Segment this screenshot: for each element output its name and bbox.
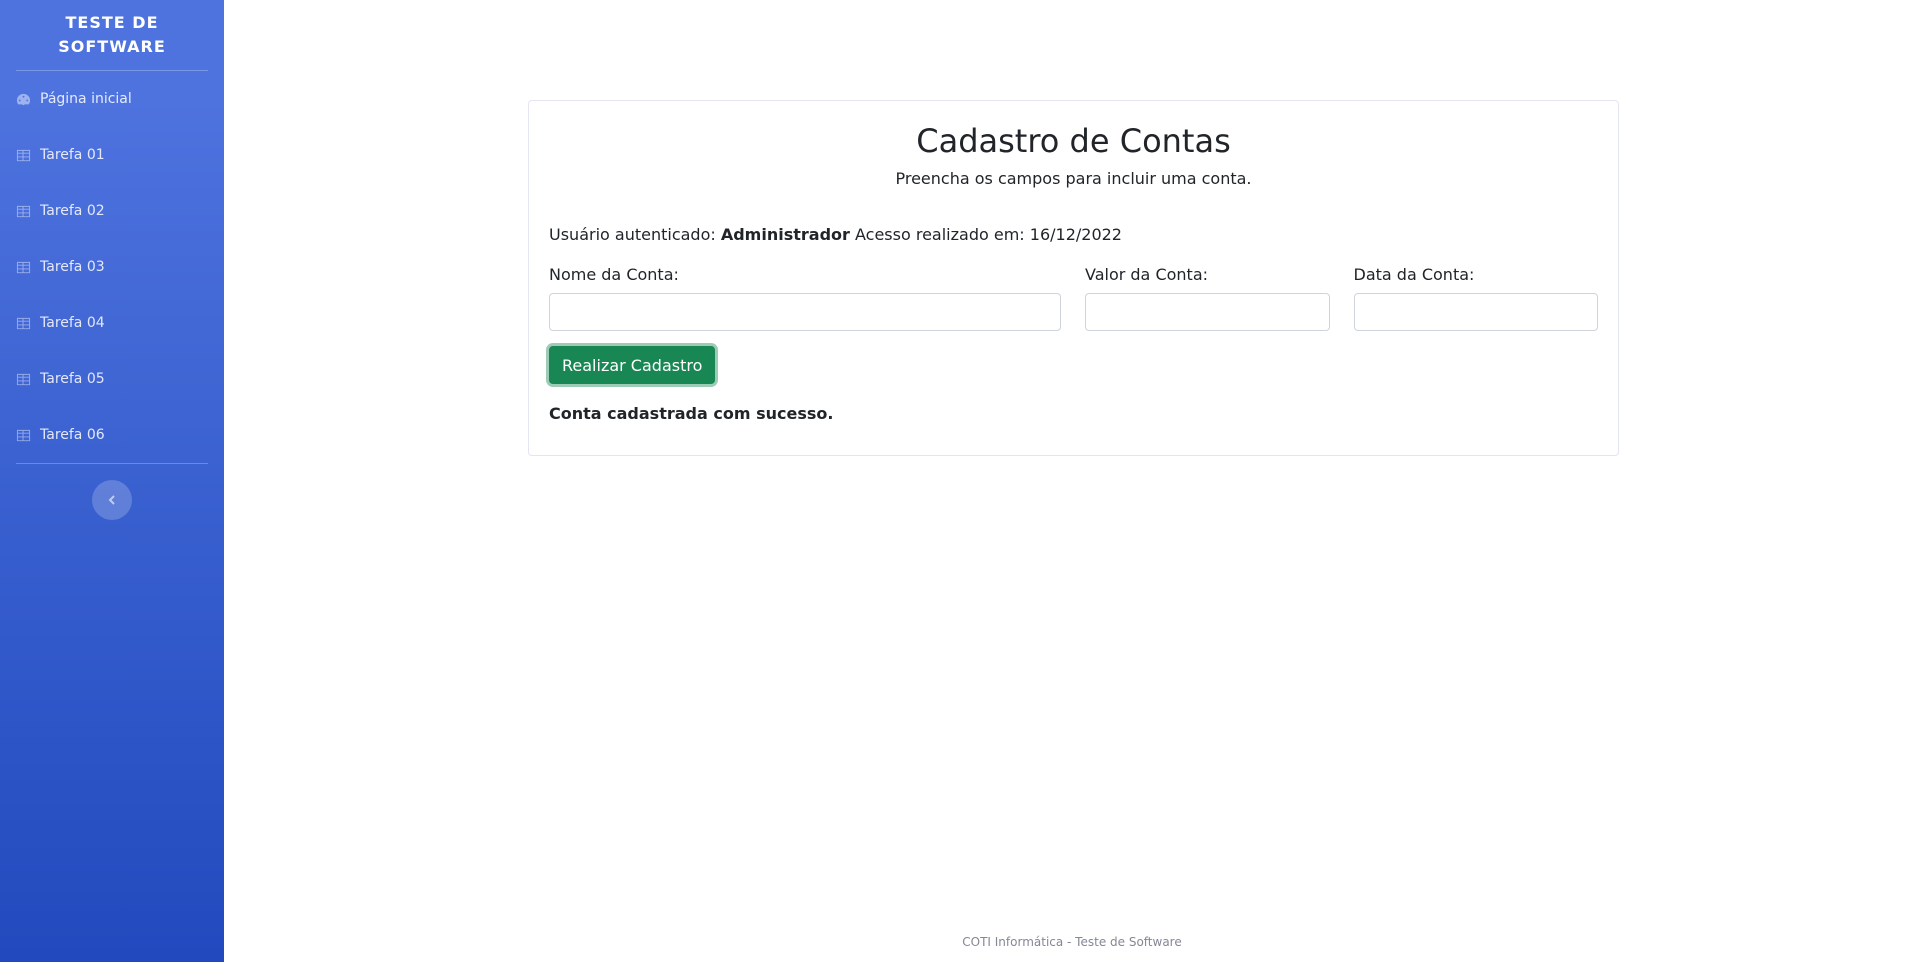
- sidebar-toggle-wrap: [0, 464, 224, 520]
- sidebar-item-pagina-inicial[interactable]: Página inicial: [0, 71, 224, 127]
- chevron-left-icon: [108, 495, 115, 505]
- access-date: 16/12/2022: [1029, 225, 1122, 244]
- sidebar-item-tarefa-03[interactable]: Tarefa 03: [0, 239, 224, 295]
- sidebar-item-label: Tarefa 03: [40, 259, 105, 275]
- data-label: Data da Conta:: [1353, 265, 1475, 284]
- access-prefix: Acesso realizado em:: [855, 225, 1025, 244]
- table-icon: [16, 316, 31, 331]
- footer-text: COTI Informática - Teste de Software: [962, 935, 1182, 949]
- sidebar-item-tarefa-06[interactable]: Tarefa 06: [0, 407, 224, 463]
- valor-label: Valor da Conta:: [1084, 265, 1209, 284]
- valor-group: Valor da Conta:: [1084, 265, 1330, 331]
- table-icon: [16, 428, 31, 443]
- sidebar-item-label: Página inicial: [40, 91, 132, 107]
- sidebar-brand[interactable]: TESTE DE SOFTWARE: [0, 0, 224, 70]
- sidebar-item-label: Tarefa 06: [40, 427, 105, 443]
- account-form-card: Cadastro de Contas Preencha os campos pa…: [528, 100, 1619, 456]
- sidebar-item-label: Tarefa 04: [40, 315, 105, 331]
- sidebar-toggle-button[interactable]: [92, 480, 132, 520]
- realizar-cadastro-button[interactable]: Realizar Cadastro: [549, 346, 716, 384]
- app-layout: TESTE DE SOFTWARE Página inicial Tarefa …: [0, 0, 1920, 962]
- page-title: Cadastro de Contas: [916, 122, 1231, 160]
- sidebar-nav: Página inicial Tarefa 01 Tarefa 02 Taref…: [0, 71, 224, 463]
- sidebar-item-label: Tarefa 01: [40, 147, 105, 163]
- success-message: Conta cadastrada com sucesso.: [549, 404, 834, 423]
- nome-label: Nome da Conta:: [549, 265, 679, 284]
- sidebar-item-tarefa-01[interactable]: Tarefa 01: [0, 127, 224, 183]
- table-icon: [16, 260, 31, 275]
- sidebar-item-tarefa-05[interactable]: Tarefa 05: [0, 351, 224, 407]
- table-icon: [16, 204, 31, 219]
- footer: COTI Informática - Teste de Software: [224, 922, 1920, 962]
- form-row: Nome da Conta: Valor da Conta: Data da C…: [549, 265, 1599, 331]
- nome-conta-input[interactable]: [549, 293, 1061, 331]
- data-group: Data da Conta:: [1353, 265, 1599, 331]
- valor-conta-input[interactable]: [1084, 293, 1330, 331]
- auth-info: Usuário autenticado: Administrador Acess…: [549, 225, 1598, 245]
- sidebar-item-tarefa-04[interactable]: Tarefa 04: [0, 295, 224, 351]
- auth-user: Administrador: [720, 225, 850, 244]
- nome-group: Nome da Conta:: [549, 265, 1061, 331]
- table-icon: [16, 372, 31, 387]
- page-subtitle: Preencha os campos para incluir uma cont…: [895, 169, 1252, 188]
- table-icon: [16, 148, 31, 163]
- sidebar-item-label: Tarefa 05: [40, 371, 105, 387]
- sidebar-item-label: Tarefa 02: [40, 203, 105, 219]
- main-content: Cadastro de Contas Preencha os campos pa…: [224, 0, 1920, 962]
- auth-prefix: Usuário autenticado:: [549, 225, 716, 244]
- sidebar: TESTE DE SOFTWARE Página inicial Tarefa …: [0, 0, 224, 962]
- sidebar-item-tarefa-02[interactable]: Tarefa 02: [0, 183, 224, 239]
- tachometer-icon: [16, 92, 31, 107]
- data-conta-input[interactable]: [1353, 293, 1599, 331]
